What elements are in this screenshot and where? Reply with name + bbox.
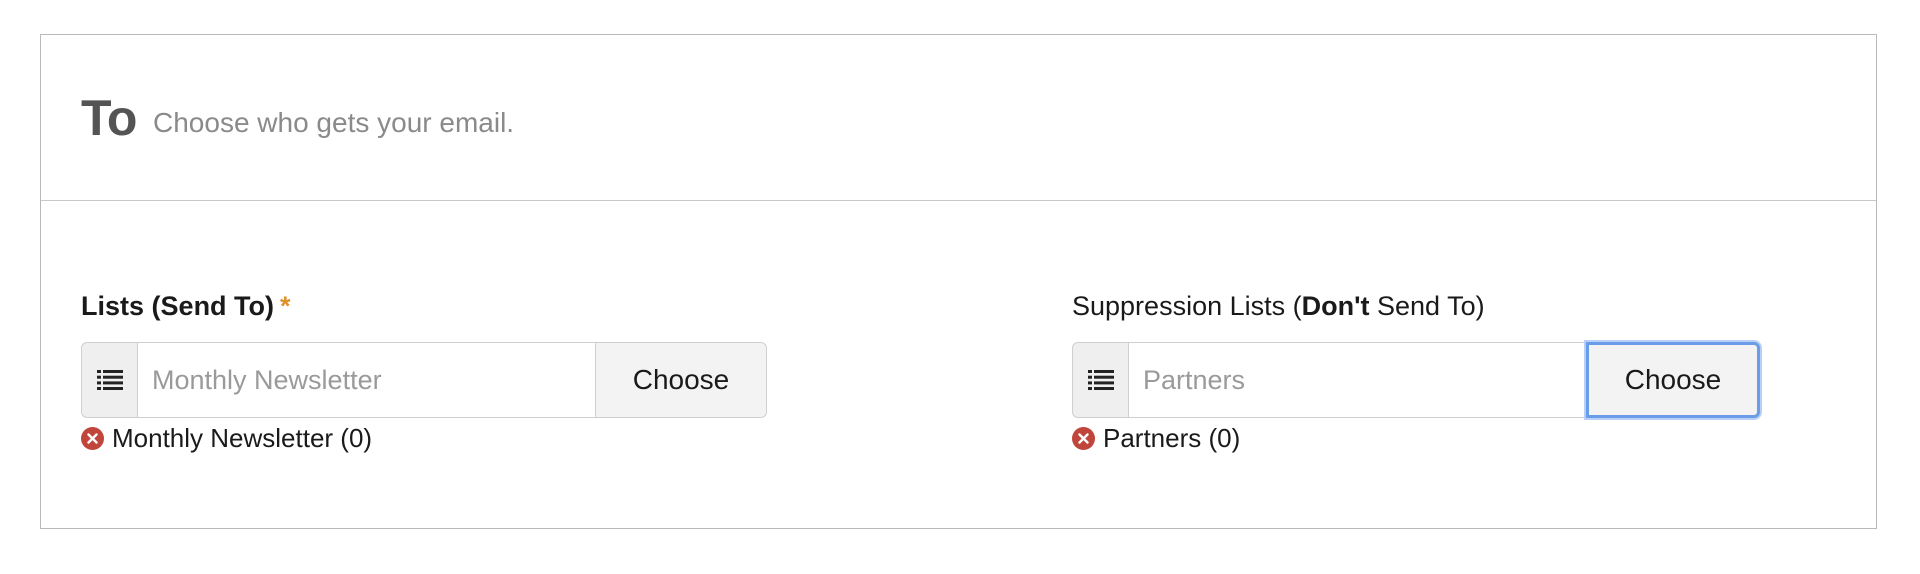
suppression-selected-item: Partners (0) <box>1072 423 1240 454</box>
suppression-label-bold: Don't <box>1301 291 1370 321</box>
section-subtitle: Choose who gets your email. <box>153 107 515 138</box>
suppression-choose-button[interactable]: Choose <box>1586 342 1760 418</box>
lists-input[interactable] <box>137 342 595 418</box>
list-icon[interactable] <box>1072 342 1128 418</box>
suppression-label-prefix: Suppression Lists ( <box>1072 291 1302 321</box>
lists-picker: Choose <box>81 342 767 418</box>
to-section-panel: To Choose who gets your email. Lists (Se… <box>40 34 1877 529</box>
list-icon-glyph <box>1087 370 1114 390</box>
lists-choose-button[interactable]: Choose <box>595 342 767 418</box>
section-header: To Choose who gets your email. <box>41 35 1876 201</box>
remove-icon[interactable] <box>1072 427 1095 450</box>
lists-label: Lists (Send To) * <box>81 291 291 322</box>
suppression-selected-label: Partners (0) <box>1103 423 1241 453</box>
suppression-input[interactable] <box>1128 342 1586 418</box>
lists-selected-item: Monthly Newsletter (0) <box>81 423 372 454</box>
list-icon[interactable] <box>81 342 137 418</box>
lists-label-main: Lists <box>81 291 145 321</box>
lists-label-paren: (Send To) <box>151 291 275 321</box>
list-icon-glyph <box>96 370 123 390</box>
lists-selected-label: Monthly Newsletter (0) <box>112 423 373 453</box>
required-marker: * <box>280 291 291 321</box>
suppression-picker: Choose <box>1072 342 1760 418</box>
suppression-label: Suppression Lists (Don't Send To) <box>1072 291 1485 322</box>
section-body: Lists (Send To)* Choose <box>41 201 1876 528</box>
section-title: To <box>81 90 137 146</box>
suppression-label-suffix: Send To) <box>1369 291 1485 321</box>
remove-icon[interactable] <box>81 427 104 450</box>
